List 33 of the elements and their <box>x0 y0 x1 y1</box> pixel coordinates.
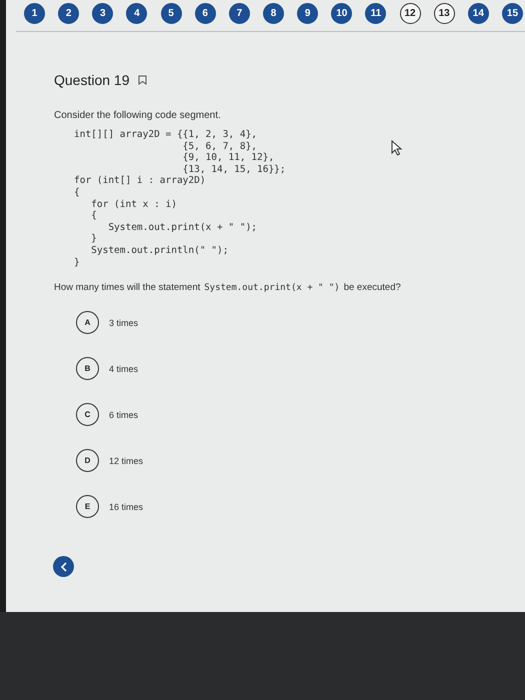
question-number-button[interactable]: 14 <box>468 3 489 24</box>
question-number-button[interactable]: 5 <box>160 3 182 24</box>
question-number-button[interactable]: 2 <box>58 3 80 24</box>
mouse-pointer-icon <box>391 140 403 156</box>
answer-option-button[interactable]: D <box>76 449 99 472</box>
question-prompt: How many times will the statement System.out.print(x + " ") be executed? <box>54 282 402 294</box>
answer-option-button[interactable]: C <box>76 403 99 426</box>
question-number-button[interactable]: 7 <box>228 3 250 24</box>
answer-option-button[interactable]: A <box>76 311 99 334</box>
question-number-button[interactable]: 11 <box>365 3 386 24</box>
answer-option-button[interactable]: B <box>76 357 99 380</box>
answer-text: 12 times <box>109 456 144 466</box>
back-button[interactable] <box>53 556 74 578</box>
question-text: Consider the following code segment. <box>54 110 222 121</box>
question-title: Question 19 <box>54 72 130 88</box>
question-number-button[interactable]: 4 <box>126 3 148 24</box>
answer-text: 6 times <box>109 410 138 420</box>
answer-text: 16 times <box>109 502 144 512</box>
question-number-button[interactable]: 10 <box>331 3 352 24</box>
question-number-button[interactable]: 13 <box>434 3 455 24</box>
bookmark-icon[interactable] <box>138 75 146 85</box>
answer-option-button[interactable]: E <box>76 495 99 518</box>
code-text: int[][] array2D = {{1, 2, 3, 4}, {5, 6, 7, 8}, {9, 10, 11, 12}, {13, 14, 15, 16}}; for (int[] i : array2D) { for (int x : i) { System.out.print(x + " "); } System.out.println(" "); } <box>74 129 286 268</box>
question-number-button[interactable]: 8 <box>262 3 284 24</box>
question-number-button[interactable]: 6 <box>194 3 216 24</box>
question-number-button[interactable]: 12 <box>400 3 421 24</box>
question-number-button[interactable]: 9 <box>297 3 318 24</box>
question-number-button[interactable]: 15 <box>502 3 523 24</box>
question-number-button[interactable]: 3 <box>92 3 114 24</box>
question-number-button[interactable]: 1 <box>24 3 45 24</box>
chevron-left-icon <box>60 562 68 572</box>
answer-text: 3 times <box>109 318 138 328</box>
answer-text: 4 times <box>109 364 138 374</box>
